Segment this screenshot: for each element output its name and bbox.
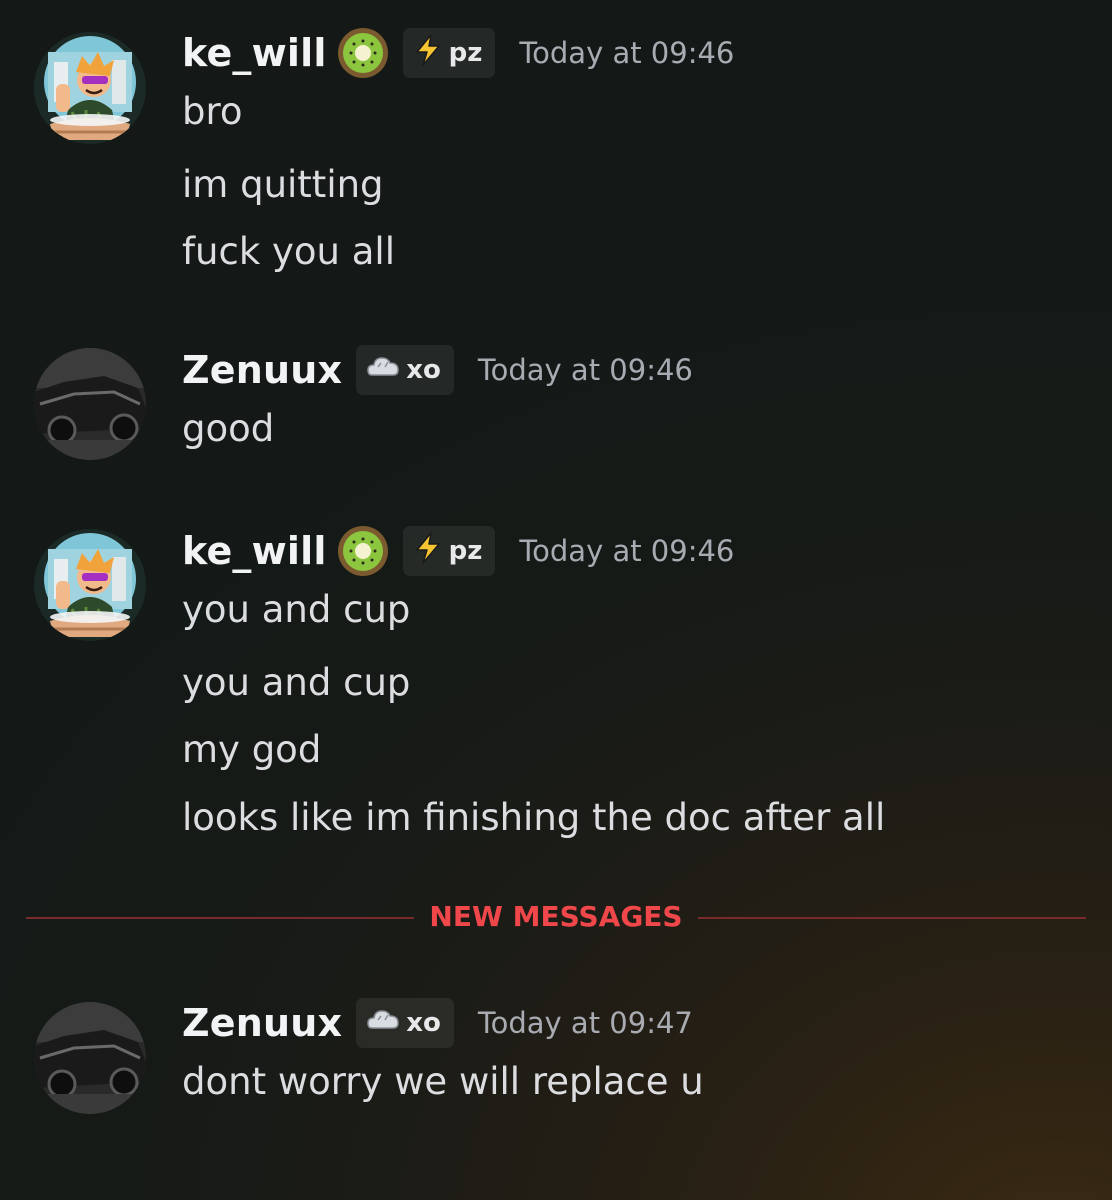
username[interactable]: ke_will (182, 529, 327, 573)
timestamp[interactable]: Today at 09:46 (519, 36, 734, 70)
server-tag-label: xo (406, 355, 441, 385)
new-messages-divider-left (26, 917, 414, 919)
lightning-icon (413, 531, 443, 571)
message-text: my god (182, 728, 322, 771)
server-tag-label: pz (448, 536, 483, 566)
server-tag-label: pz (448, 38, 483, 68)
message-header: Zenuux xo Today at 09:46 (182, 342, 693, 398)
new-messages-divider-right (698, 917, 1086, 919)
message-text: you and cup (182, 661, 411, 704)
cloud-icon (366, 1006, 400, 1041)
message-text: you and cup (182, 588, 411, 631)
message-text: im quitting (182, 163, 384, 206)
cloud-icon (366, 353, 400, 388)
message-text: dont worry we will replace u (182, 1060, 704, 1103)
avatar[interactable] (34, 32, 146, 144)
server-tag[interactable]: pz (402, 28, 496, 78)
message-header: Zenuux xo Today at 09:47 (182, 995, 693, 1051)
server-tag[interactable]: xo (356, 345, 454, 395)
username[interactable]: Zenuux (182, 348, 342, 392)
timestamp[interactable]: Today at 09:47 (478, 1006, 693, 1040)
message-text: fuck you all (182, 230, 395, 273)
avatar[interactable] (34, 1002, 146, 1114)
avatar[interactable] (34, 529, 146, 641)
lightning-icon (413, 33, 443, 73)
avatar[interactable] (34, 348, 146, 460)
server-tag-label: xo (406, 1008, 441, 1038)
kiwi-icon (337, 27, 389, 79)
message-text: looks like im finishing the doc after al… (182, 796, 886, 839)
timestamp[interactable]: Today at 09:46 (478, 353, 693, 387)
kiwi-icon (337, 525, 389, 577)
server-tag[interactable]: xo (356, 998, 454, 1048)
message-text: good (182, 407, 275, 450)
timestamp[interactable]: Today at 09:46 (519, 534, 734, 568)
message-header: ke_will pz Today at 09:46 (182, 523, 734, 579)
username[interactable]: ke_will (182, 31, 327, 75)
message-header: ke_will pz Today at 09:46 (182, 25, 734, 81)
new-messages-label: NEW MESSAGES (429, 900, 683, 933)
message-text: bro (182, 90, 243, 133)
server-tag[interactable]: pz (402, 526, 496, 576)
username[interactable]: Zenuux (182, 1001, 342, 1045)
